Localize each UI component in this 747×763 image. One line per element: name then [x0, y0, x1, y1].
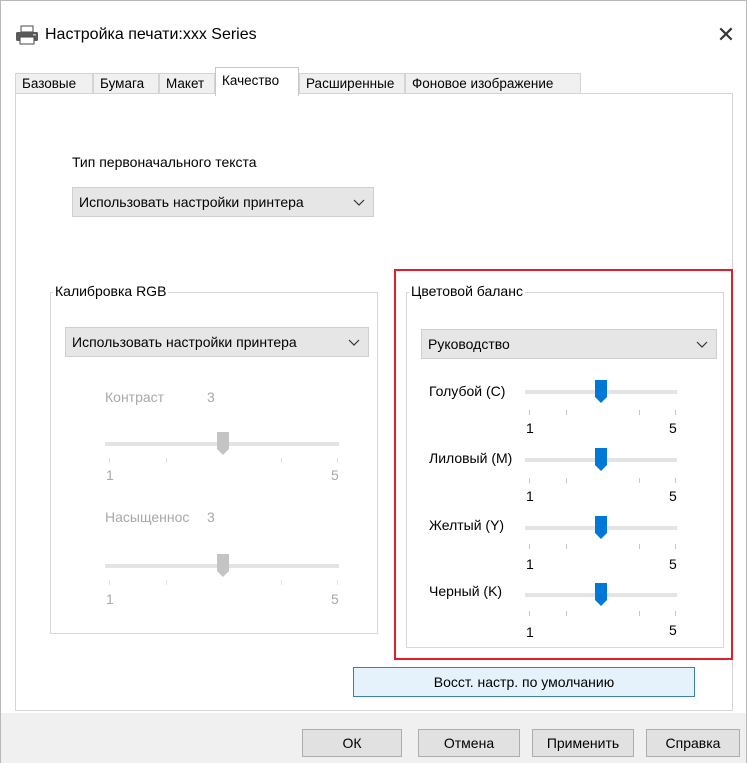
saturation-tick [109, 580, 110, 585]
tab-quality[interactable]: Качество [215, 67, 299, 96]
help-button[interactable]: Справка [646, 729, 740, 757]
color-balance-group: Цветовой баланс Руководство Голубой (C) … [406, 283, 724, 648]
magenta-max: 5 [669, 488, 677, 504]
cyan-tick [639, 410, 640, 415]
contrast-slider-thumb[interactable] [217, 432, 229, 456]
close-icon: ✕ [716, 22, 736, 47]
black-label: Черный (K) [429, 583, 503, 599]
yellow-label: Желтый (Y) [429, 517, 505, 533]
contrast-min: 1 [106, 467, 114, 483]
chevron-down-icon [696, 341, 708, 348]
contrast-tick [166, 458, 167, 463]
saturation-slider-thumb[interactable] [217, 554, 229, 578]
rgb-calibration-title: Калибровка RGB [53, 283, 169, 299]
magenta-slider-thumb[interactable] [595, 448, 607, 472]
saturation-max: 5 [331, 591, 339, 607]
tab-background-image[interactable]: Фоновое изображение [405, 73, 581, 95]
saturation-tick [166, 580, 167, 585]
magenta-tick [529, 478, 530, 483]
yellow-tick [675, 544, 676, 549]
magenta-min: 1 [526, 488, 534, 504]
contrast-tick [337, 458, 338, 463]
tab-layout[interactable]: Макет [159, 73, 215, 95]
text-type-select[interactable]: Использовать настройки принтера [72, 187, 374, 217]
rgb-calibration-value: Использовать настройки принтера [72, 334, 297, 350]
cyan-label: Голубой (C) [429, 383, 506, 399]
cyan-tick [529, 410, 530, 415]
close-button[interactable]: ✕ [706, 17, 746, 53]
chevron-down-icon [353, 199, 365, 206]
saturation-value: 3 [207, 509, 215, 525]
yellow-tick [639, 544, 640, 549]
window-title: Настройка печати:xxx Series [45, 26, 257, 43]
tab-advanced[interactable]: Расширенные [299, 73, 405, 95]
title-bar: Настройка печати:xxx Series ✕ [1, 1, 746, 55]
black-tick [529, 611, 530, 616]
cyan-min: 1 [526, 420, 534, 436]
yellow-slider-thumb[interactable] [595, 516, 607, 540]
tab-basic[interactable]: Базовые [15, 73, 93, 95]
magenta-label: Лиловый (M) [429, 450, 513, 466]
cyan-tick [675, 410, 676, 415]
magenta-tick [639, 478, 640, 483]
print-settings-dialog: Настройка печати:xxx Series ✕ Базовые Бу… [0, 0, 747, 763]
magenta-tick [675, 478, 676, 483]
yellow-max: 5 [669, 556, 677, 572]
contrast-max: 5 [331, 467, 339, 483]
black-slider-thumb[interactable] [595, 583, 607, 607]
black-tick [566, 611, 567, 616]
printer-icon [16, 25, 38, 45]
black-tick [675, 611, 676, 616]
cyan-max: 5 [669, 420, 677, 436]
quality-panel: Тип первоначального текста Использовать … [15, 93, 733, 711]
yellow-min: 1 [526, 556, 534, 572]
restore-defaults-button[interactable]: Восст. настр. по умолчанию [353, 667, 695, 697]
dialog-footer: ОК Отмена Применить Справка [1, 713, 746, 763]
contrast-label: Контраст [105, 389, 165, 405]
ok-button[interactable]: ОК [302, 729, 402, 757]
rgb-calibration-group: Калибровка RGB Использовать настройки пр… [50, 283, 378, 634]
cyan-slider-thumb[interactable] [595, 380, 607, 404]
yellow-tick [566, 544, 567, 549]
contrast-tick [109, 458, 110, 463]
chevron-down-icon [348, 339, 360, 346]
cyan-tick [566, 410, 567, 415]
apply-button[interactable]: Применить [532, 729, 634, 757]
black-min: 1 [526, 624, 534, 640]
cancel-button[interactable]: Отмена [418, 729, 520, 757]
color-balance-title: Цветовой баланс [409, 283, 525, 299]
magenta-tick [566, 478, 567, 483]
black-tick [639, 611, 640, 616]
tab-paper[interactable]: Бумага [93, 73, 159, 95]
black-max: 5 [669, 622, 677, 638]
color-balance-select[interactable]: Руководство [421, 329, 717, 359]
contrast-tick [281, 458, 282, 463]
yellow-tick [529, 544, 530, 549]
saturation-label: Насыщеннос [105, 509, 190, 525]
saturation-tick [337, 580, 338, 585]
text-type-label: Тип первоначального текста [72, 154, 257, 170]
saturation-min: 1 [106, 591, 114, 607]
contrast-value: 3 [207, 389, 215, 405]
rgb-calibration-select[interactable]: Использовать настройки принтера [65, 327, 369, 357]
saturation-tick [281, 580, 282, 585]
text-type-value: Использовать настройки принтера [79, 194, 304, 210]
color-balance-value: Руководство [428, 336, 510, 352]
